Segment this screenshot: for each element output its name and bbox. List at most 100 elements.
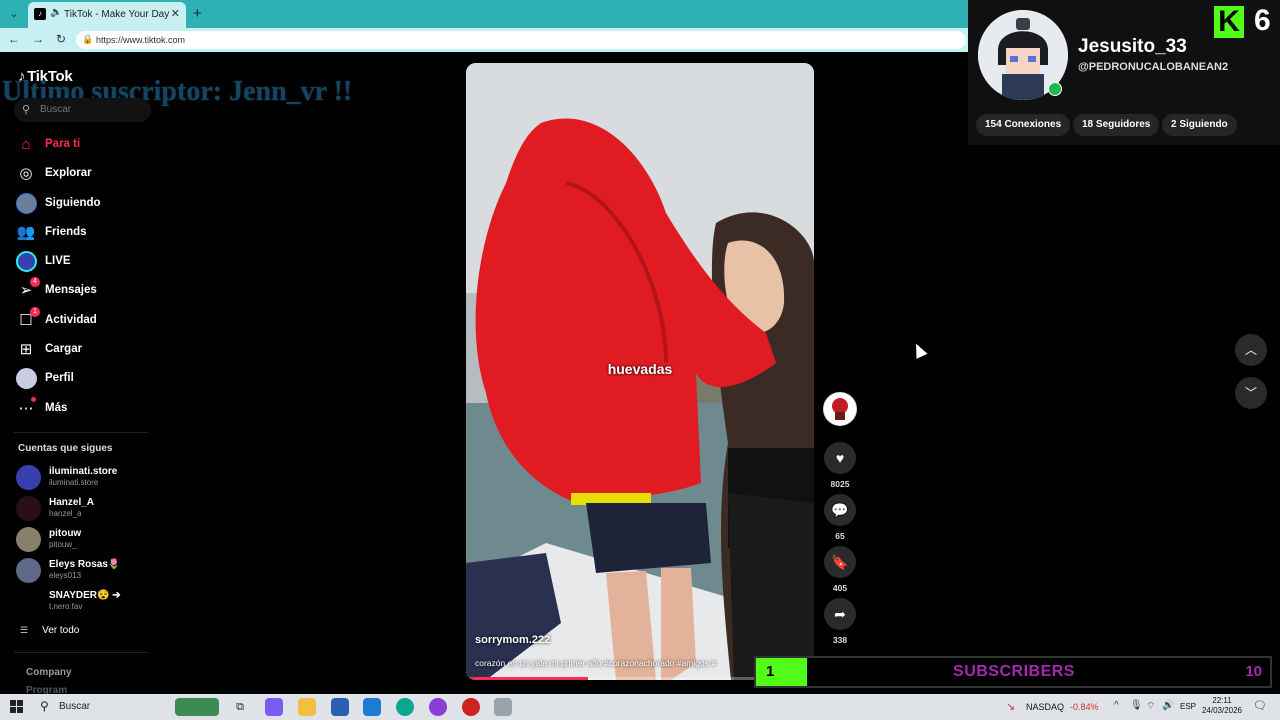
sidebar-item-perfil[interactable]: Perfil: [0, 364, 160, 393]
app-icon[interactable]: [494, 698, 512, 716]
next-video-button[interactable]: ﹀: [1235, 377, 1267, 409]
chevron-up-icon: ︿: [1244, 343, 1257, 357]
followed-account[interactable]: Eleys Rosas🌷 eleys013: [16, 556, 166, 586]
taskbar: ⚲ Buscar ⧉ ↘ NASDAQ -0.84% ^ 🎙 ⌔ 🔊 ESP 2…: [0, 694, 1280, 720]
sidebar-nav: ⌂ Para ti ◎ Explorar Siguiendo 👥 Friends…: [0, 130, 160, 423]
sidebar-item-friends[interactable]: 👥 Friends: [0, 218, 160, 247]
sidebar-divider: [14, 652, 148, 653]
sidebar-item-label: Cargar: [45, 343, 83, 356]
widget-landscape-icon[interactable]: [175, 698, 219, 716]
creator-avatar[interactable]: [823, 392, 857, 426]
friends-icon: 👥: [16, 223, 36, 241]
tab-title: TikTok - Make Your Day: [64, 9, 170, 20]
sidebar-item-label: Friends: [45, 225, 87, 238]
app-icon[interactable]: [462, 698, 480, 716]
followed-account[interactable]: SNAYDER😵 ➔ t.nero.fav: [16, 587, 166, 617]
volume-icon[interactable]: 🔊: [1162, 700, 1174, 711]
taskbar-search-label[interactable]: Buscar: [59, 701, 90, 712]
url-field[interactable]: 🔒 https://www.tiktok.com: [76, 31, 966, 49]
speaker-icon[interactable]: 🔈: [50, 7, 62, 18]
tab-close-icon[interactable]: ✕: [171, 7, 180, 20]
forward-arrow-icon[interactable]: →: [32, 32, 44, 46]
account-name: Hanzel_A: [49, 497, 95, 508]
input-language[interactable]: ESP: [1180, 702, 1196, 711]
see-all-link[interactable]: ☰ Ver todo: [20, 625, 79, 636]
share-button[interactable]: ➦: [824, 598, 856, 630]
mouse-cursor-icon: [910, 341, 928, 359]
sidebar-item-siguiendo[interactable]: Siguiendo: [0, 189, 160, 218]
tab-tiktok[interactable]: ♪ 🔈 TikTok - Make Your Day ✕: [28, 2, 186, 28]
sidebar-item-label: Siguiendo: [45, 196, 101, 209]
app-icon[interactable]: [429, 698, 447, 716]
like-button[interactable]: ♥: [824, 442, 856, 474]
previous-video-button[interactable]: ︿: [1235, 334, 1267, 366]
account-name: iluminati.store: [49, 466, 118, 477]
avatar: [16, 496, 41, 521]
sidebar-item-mas[interactable]: ⋯ Más: [0, 394, 160, 423]
more-icon: ⋯: [18, 399, 34, 417]
video-username[interactable]: sorrymom.222: [475, 634, 550, 646]
subscribers-goal: 10: [1245, 663, 1262, 680]
footer-company-link[interactable]: Company: [26, 667, 72, 678]
search-input[interactable]: ⚲ Buscar: [14, 98, 151, 122]
streamer-handle: @PEDRONUCALOBANEAN2: [1078, 61, 1229, 73]
share-icon: ➦: [834, 606, 846, 622]
following-section-title: Cuentas que sigues: [18, 443, 113, 454]
task-view-icon[interactable]: ⧉: [231, 698, 249, 716]
stock-name[interactable]: NASDAQ: [1026, 702, 1064, 712]
chevron-down-icon: ﹀: [1244, 386, 1257, 400]
bookmark-icon: 🔖: [831, 554, 849, 570]
tab-actions-chevron-icon[interactable]: ⌄: [4, 4, 24, 24]
comment-button[interactable]: 💬: [824, 494, 856, 526]
tray-chevron-up-icon[interactable]: ^: [1114, 700, 1119, 711]
clock-time: 22:11: [1212, 696, 1232, 705]
windows-start-icon[interactable]: [10, 700, 23, 713]
microphone-icon[interactable]: 🎙: [1130, 700, 1143, 711]
kick-count: 6: [1254, 4, 1271, 37]
sidebar-item-cargar[interactable]: ⊞ Cargar: [0, 335, 160, 364]
notification-icon[interactable]: 🗨: [1253, 699, 1267, 712]
stock-change[interactable]: -0.84%: [1070, 702, 1099, 712]
search-placeholder: Buscar: [40, 104, 72, 115]
following-stat: 2 Siguiendo: [1162, 114, 1237, 136]
bookmark-count: 405: [832, 583, 848, 593]
reload-icon[interactable]: ↻: [56, 32, 66, 46]
account-handle: pitouw_: [49, 540, 77, 549]
like-count: 8025: [830, 479, 850, 489]
see-all-label: Ver todo: [42, 625, 80, 636]
store-icon[interactable]: [331, 698, 349, 716]
followed-account[interactable]: Hanzel_A hanzel_a: [16, 494, 166, 524]
new-tab-plus-icon[interactable]: +: [193, 5, 202, 22]
outlook-icon[interactable]: [363, 698, 381, 716]
wifi-icon[interactable]: ⌔: [1146, 700, 1155, 713]
followed-account[interactable]: pitouw pitouw_: [16, 525, 166, 555]
subscribers-goal-widget: 1 SUBSCRIBERS 10: [754, 656, 1272, 688]
sidebar-item-label: Perfil: [45, 372, 74, 385]
copilot-icon[interactable]: [265, 698, 283, 716]
video-progress-fill: [466, 677, 588, 680]
edge-icon[interactable]: [396, 698, 414, 716]
kick-logo-icon: K: [1214, 6, 1244, 38]
video-player[interactable]: huevadas sorrymom.222 corazón en un yate…: [466, 63, 814, 680]
search-icon: ⚲: [22, 104, 31, 116]
back-arrow-icon[interactable]: ←: [8, 32, 20, 46]
upload-icon: ⊞: [19, 341, 33, 359]
sidebar-item-actividad[interactable]: ☐ 1 Actividad: [0, 306, 160, 335]
followed-account[interactable]: iluminati.store iluminati.store: [16, 463, 166, 493]
activity-badge: 1: [30, 306, 40, 317]
sidebar-item-explorar[interactable]: ◎ Explorar: [0, 159, 160, 188]
sidebar-item-live[interactable]: LIVE: [0, 247, 160, 276]
clock-date: 24/03/2026: [1201, 706, 1243, 715]
account-handle: eleys013: [49, 571, 82, 580]
more-dot: [31, 396, 36, 402]
bookmark-button[interactable]: 🔖: [824, 546, 856, 578]
avatar: [16, 589, 41, 614]
clock[interactable]: 22:11 24/03/2026: [1200, 696, 1244, 716]
search-icon[interactable]: ⚲: [40, 699, 49, 713]
list-icon: ☰: [20, 625, 29, 635]
file-explorer-icon[interactable]: [298, 698, 316, 716]
sidebar-item-label: Para ti: [45, 138, 81, 150]
sidebar-item-mensajes[interactable]: ➢ 4 Mensajes: [0, 276, 160, 305]
account-name: SNAYDER😵 ➔: [49, 590, 121, 601]
sidebar-item-para-ti[interactable]: ⌂ Para ti: [0, 130, 160, 159]
